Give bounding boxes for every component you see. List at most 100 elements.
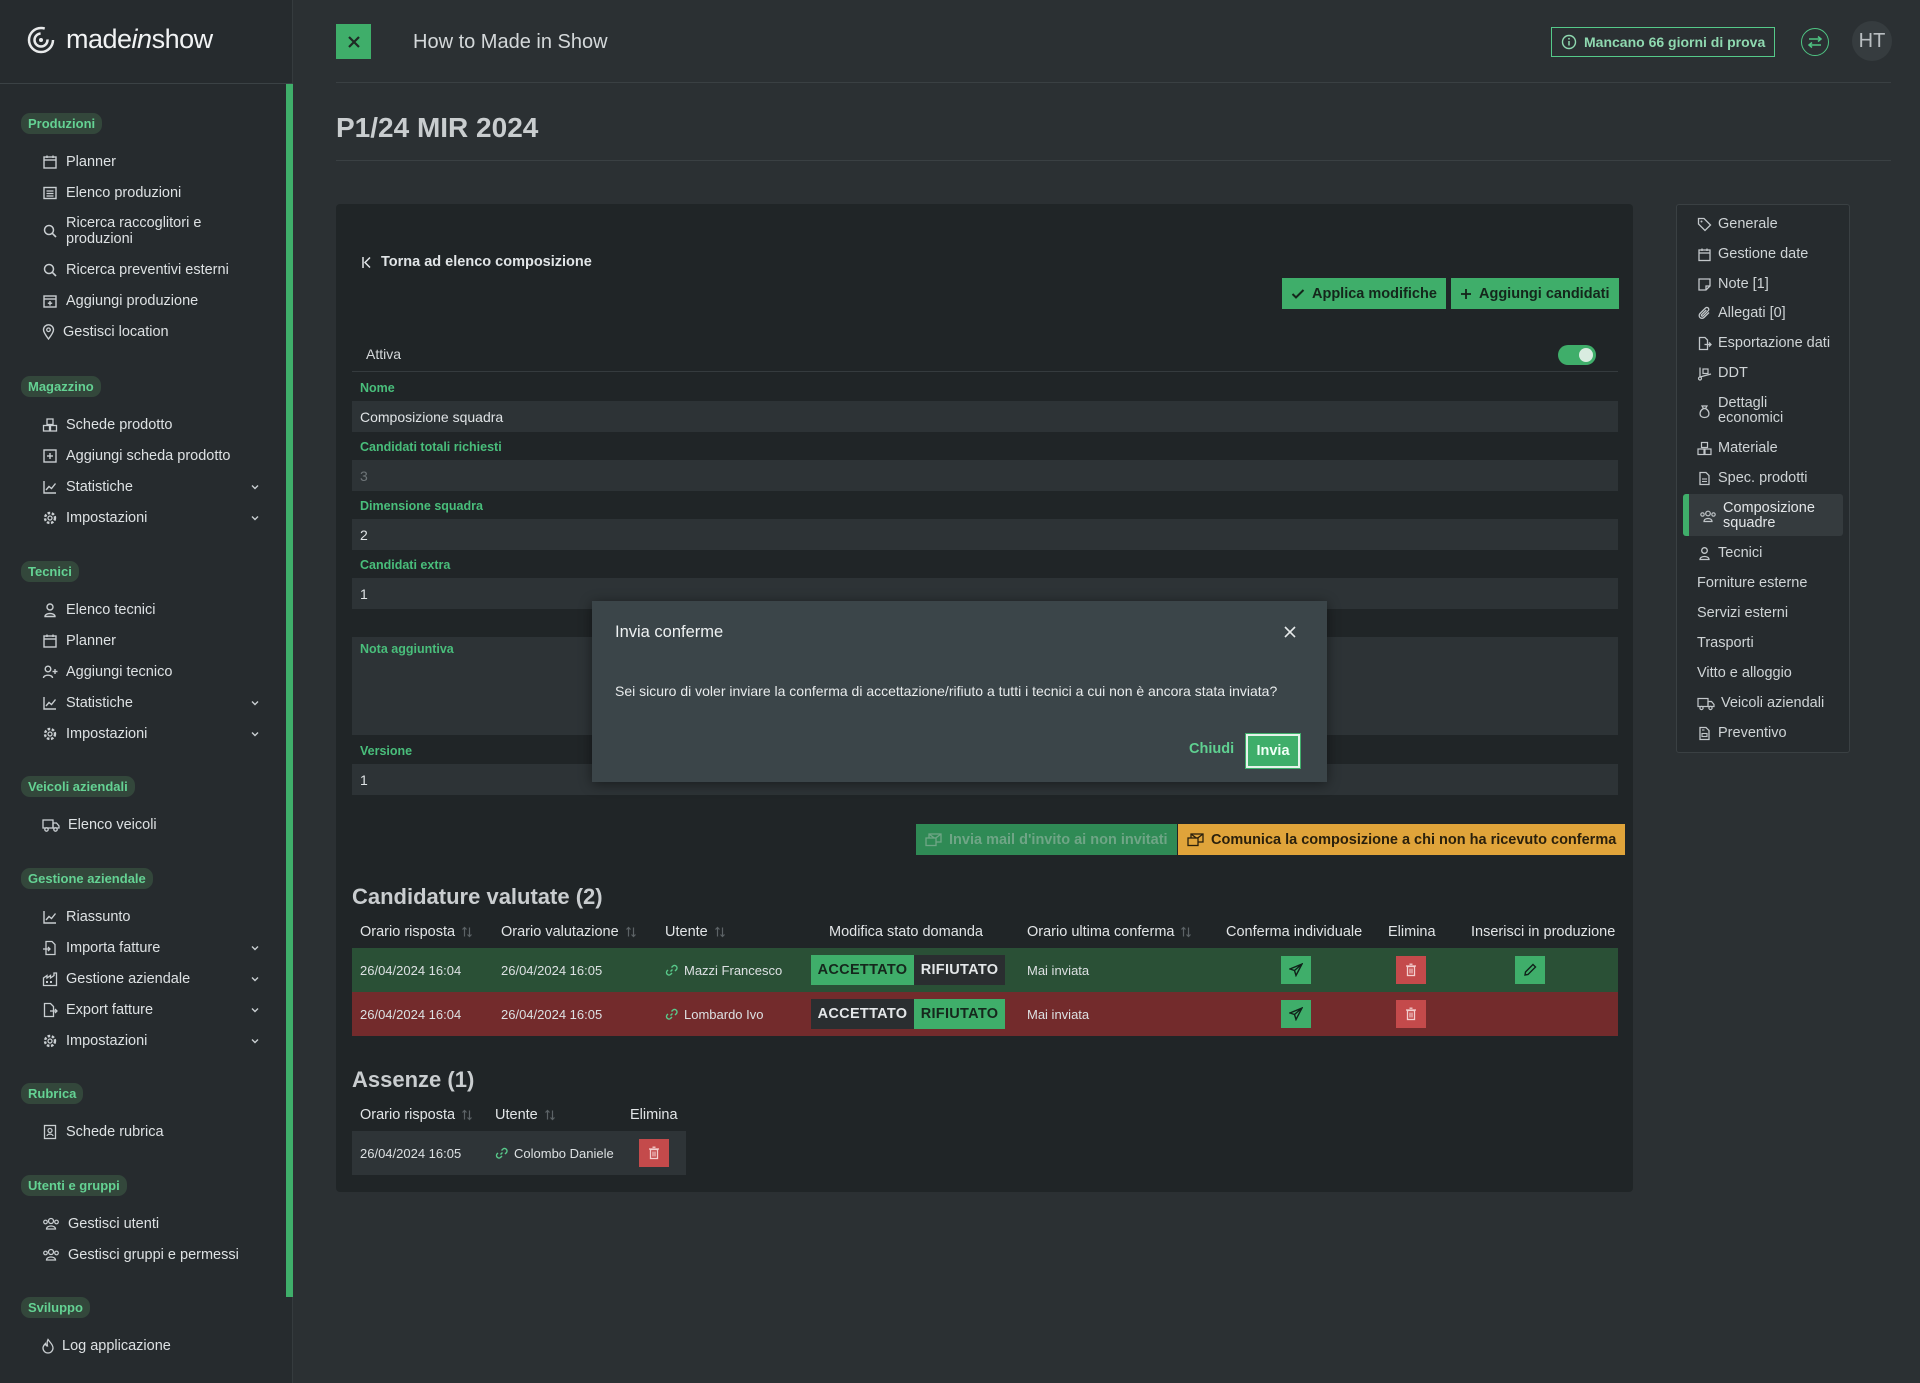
reject-button[interactable]: RIFIUTATO (914, 999, 1005, 1029)
insert-in-production-button[interactable] (1515, 956, 1545, 984)
sidebar-item-label: Impostazioni (66, 725, 148, 742)
sidebar-item-statistiche-tecnici[interactable]: Statistiche (21, 687, 261, 718)
sidebar-item-export-fatture[interactable]: Export fatture (21, 994, 261, 1025)
info-icon (1561, 34, 1577, 50)
cell-utente[interactable]: Mazzi Francesco (665, 948, 782, 992)
nome-input[interactable]: Composizione squadra (352, 401, 1618, 432)
active-toggle[interactable] (1558, 345, 1596, 365)
dialog-close-button[interactable] (1281, 623, 1299, 641)
rnav-item-generale[interactable]: Generale (1697, 217, 1778, 232)
sidebar-item-elenco-produzioni[interactable]: Elenco produzioni (21, 177, 261, 208)
rnav-item-materiale[interactable]: Materiale (1697, 441, 1778, 456)
section-badge: Veicoli aziendali (21, 776, 135, 797)
switch-account-button[interactable] (1801, 28, 1829, 56)
check-icon (1291, 288, 1305, 299)
apply-changes-button[interactable]: Applica modifiche (1282, 278, 1446, 309)
col-orario-risposta[interactable]: Orario risposta (360, 916, 473, 947)
sidebar-item-importa-fatture[interactable]: Importa fatture (21, 932, 261, 963)
rnav-item-ddt[interactable]: DDT (1697, 366, 1748, 381)
sidebar-item-statistiche[interactable]: Statistiche (21, 471, 261, 502)
dialog-cancel-button[interactable]: Chiudi (1189, 741, 1234, 757)
dialog-title: Invia conferme (615, 623, 724, 641)
rnav-item-esportazione-dati[interactable]: Esportazione dati (1697, 336, 1830, 351)
sidebar-item-aggiungi-tecnico[interactable]: Aggiungi tecnico (21, 656, 261, 687)
rnav-label: Spec. prodotti (1718, 470, 1808, 486)
dialog-confirm-button[interactable]: Invia (1246, 734, 1300, 768)
chevron-down-icon (249, 942, 261, 954)
back-to-composition-list-link[interactable]: Torna ad elenco composizione (361, 254, 592, 270)
sidebar-item-gestisci-gruppi[interactable]: Gestisci gruppi e permessi (21, 1239, 261, 1270)
avatar[interactable]: HT (1852, 21, 1892, 61)
sidebar-item-ricerca-raccoglitori[interactable]: Ricerca raccoglitori e produzioni (21, 208, 261, 254)
sidebar-item-schede-prodotto[interactable]: Schede prodotto (21, 409, 261, 440)
send-invite-mail-button[interactable]: Invia mail d'invito ai non invitati (916, 824, 1177, 855)
sidebar-item-impostazioni-aziendali[interactable]: Impostazioni (21, 1025, 261, 1056)
close-icon (347, 35, 360, 48)
accept-button[interactable]: ACCETTATO (811, 955, 914, 985)
add-candidates-button[interactable]: Aggiungi candidati (1451, 278, 1619, 309)
file-import-icon (42, 940, 58, 956)
sidebar-scrollbar[interactable] (286, 84, 293, 1297)
rnav-item-allegati[interactable]: Allegati [0] (1697, 306, 1786, 321)
sidebar-item-impostazioni[interactable]: Impostazioni (21, 502, 261, 533)
send-confirmation-button[interactable] (1281, 956, 1311, 984)
sidebar-item-elenco-tecnici[interactable]: Elenco tecnici (21, 594, 261, 625)
sidebar-item-label: Planner (66, 153, 116, 170)
sidebar-item-planner[interactable]: Planner (21, 146, 261, 177)
column-label: Utente (495, 1106, 538, 1123)
accept-button[interactable]: ACCETTATO (811, 999, 914, 1029)
sidebar-item-gestione-aziendale[interactable]: Gestione aziendale (21, 963, 261, 994)
rnav-item-forniture-esterne[interactable]: Forniture esterne (1697, 576, 1807, 591)
column-label: Conferma individuale (1226, 923, 1363, 940)
col-inserisci-produzione: Inserisci in produzione (1471, 916, 1615, 947)
col-orario-valutazione[interactable]: Orario valutazione (501, 916, 637, 947)
sidebar-item-planner-tecnici[interactable]: Planner (21, 625, 261, 656)
col-orario-risposta[interactable]: Orario risposta (360, 1099, 473, 1130)
sidebar-item-impostazioni-tecnici[interactable]: Impostazioni (21, 718, 261, 749)
close-icon (1284, 626, 1296, 638)
delete-button[interactable] (1396, 1000, 1426, 1028)
rnav-item-note[interactable]: Note [1] (1697, 277, 1769, 292)
section-badge: Sviluppo (21, 1297, 90, 1318)
rnav-item-composizione-squadre[interactable]: Composizione squadre (1699, 501, 1823, 531)
sidebar-item-riassunto[interactable]: Riassunto (21, 901, 261, 932)
sidebar-item-ricerca-preventivi[interactable]: Ricerca preventivi esterni (21, 254, 261, 285)
col-utente[interactable]: Utente (665, 916, 726, 947)
cell-utente[interactable]: Colombo Daniele (495, 1131, 614, 1175)
sidebar-section-utenti: Utenti e gruppi Gestisci utenti Gestisci… (21, 1175, 261, 1270)
rnav-item-tecnici[interactable]: Tecnici (1697, 546, 1762, 561)
cell-utente[interactable]: Lombardo Ivo (665, 992, 764, 1036)
close-production-button[interactable] (336, 24, 371, 59)
sidebar-item-label: Statistiche (66, 478, 133, 495)
sort-icon (625, 926, 636, 937)
col-orario-ultima-conferma[interactable]: Orario ultima conferma (1027, 916, 1192, 947)
col-utente[interactable]: Utente (495, 1099, 556, 1130)
dimensione-squadra-input[interactable]: 2 (352, 519, 1618, 550)
sidebar-item-label: Gestisci utenti (68, 1215, 160, 1232)
sidebar-item-label: Gestione aziendale (66, 970, 191, 987)
rnav-item-vitto-alloggio[interactable]: Vitto e alloggio (1697, 666, 1792, 681)
sidebar-item-gestisci-location[interactable]: Gestisci location (21, 316, 261, 347)
rnav-item-gestione-date[interactable]: Gestione date (1697, 247, 1808, 262)
trial-badge[interactable]: Mancano 66 giorni di prova (1551, 27, 1776, 57)
rnav-item-preventivo[interactable]: Preventivo (1697, 726, 1787, 741)
notify-composition-button[interactable]: Comunica la composizione a chi non ha ri… (1178, 824, 1626, 855)
brand-logo[interactable]: madeinshow (26, 24, 213, 55)
rnav-item-dettagli-economici[interactable]: Dettagli economici (1697, 396, 1798, 426)
sidebar-item-aggiungi-produzione[interactable]: Aggiungi produzione (21, 285, 261, 316)
reject-button[interactable]: RIFIUTATO (914, 955, 1005, 985)
sidebar-item-schede-rubrica[interactable]: Schede rubrica (21, 1116, 261, 1147)
send-confirmation-button[interactable] (1281, 1000, 1311, 1028)
rnav-item-trasporti[interactable]: Trasporti (1697, 636, 1754, 651)
sidebar-item-aggiungi-scheda-prodotto[interactable]: Aggiungi scheda prodotto (21, 440, 261, 471)
trash-icon (649, 1146, 659, 1160)
sidebar-item-log-applicazione[interactable]: Log applicazione (21, 1330, 261, 1361)
sidebar-section-magazzino: Magazzino Schede prodotto Aggiungi sched… (21, 376, 261, 533)
delete-button[interactable] (639, 1139, 669, 1167)
rnav-item-servizi-esterni[interactable]: Servizi esterni (1697, 606, 1788, 621)
sidebar-item-elenco-veicoli[interactable]: Elenco veicoli (21, 809, 261, 840)
delete-button[interactable] (1396, 956, 1426, 984)
sidebar-item-gestisci-utenti[interactable]: Gestisci utenti (21, 1208, 261, 1239)
rnav-item-veicoli-aziendali[interactable]: Veicoli aziendali (1697, 696, 1824, 711)
rnav-item-spec-prodotti[interactable]: Spec. prodotti (1697, 471, 1807, 486)
